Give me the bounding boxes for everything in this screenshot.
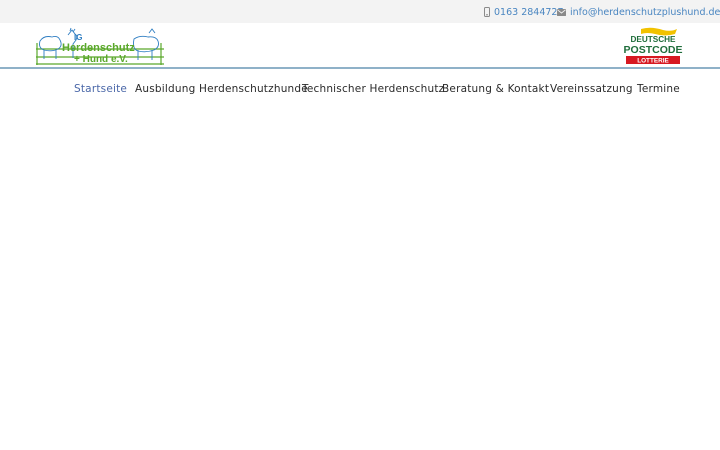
nav-vereinssatzung[interactable]: Vereinssatzung	[550, 83, 633, 99]
svg-text:IG: IG	[74, 33, 82, 42]
phone-number[interactable]: 0163 2844727	[494, 7, 564, 18]
main-content-area	[0, 110, 720, 450]
nav-startseite[interactable]: Startseite	[74, 83, 127, 99]
nav-technischer-herdenschutz[interactable]: Technischer Herdenschutz	[302, 83, 444, 99]
svg-text:Herdenschutz: Herdenschutz	[62, 42, 135, 54]
email-address[interactable]: info@herdenschutzplushund.de	[570, 7, 720, 18]
svg-text:POSTCODE: POSTCODE	[624, 44, 683, 56]
organization-logo[interactable]: IG Herdenschutz + Hund e.V.	[34, 27, 166, 67]
postcode-lottery-logo[interactable]: DEUTSCHE POSTCODE LOTTERIE	[623, 27, 683, 65]
svg-text:+ Hund e.V.: + Hund e.V.	[74, 54, 128, 65]
logo-text: IG Herdenschutz + Hund e.V.	[62, 33, 135, 65]
envelope-icon	[557, 8, 566, 16]
nav-termine[interactable]: Termine	[637, 83, 680, 99]
header-divider	[0, 67, 720, 69]
svg-text:DEUTSCHE: DEUTSCHE	[630, 35, 676, 44]
nav-ausbildung-herdenschutzhunde[interactable]: Ausbildung Herdenschutzhunde	[135, 83, 308, 99]
email-contact[interactable]: info@herdenschutzplushund.de	[557, 5, 720, 19]
nav-beratung-kontakt[interactable]: Beratung & Kontakt	[442, 83, 549, 99]
phone-contact[interactable]: 0163 2844727	[484, 5, 564, 19]
svg-text:LOTTERIE: LOTTERIE	[637, 58, 669, 65]
mobile-phone-icon	[484, 7, 490, 17]
